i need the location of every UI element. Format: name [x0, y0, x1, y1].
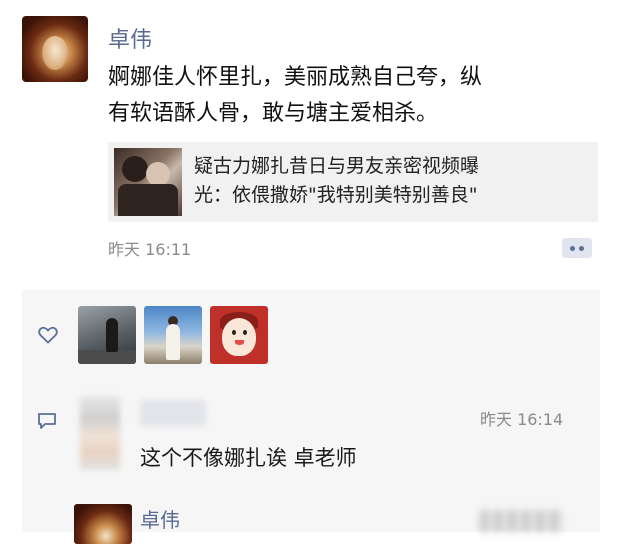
- avatar-face: [42, 36, 68, 70]
- dot-icon: [570, 246, 575, 251]
- post-author-name[interactable]: 卓伟: [108, 22, 152, 54]
- like-avatar[interactable]: [210, 306, 268, 364]
- post-text-line: 有软语酥人骨，敢与塘主爱相杀。: [108, 101, 439, 126]
- post-avatar[interactable]: [22, 16, 88, 82]
- link-title-line: 光：依偎撒娇"我特别美特别善良": [194, 184, 478, 206]
- like-avatar[interactable]: [78, 306, 136, 364]
- commenter-avatar[interactable]: [80, 396, 120, 470]
- commenter-name[interactable]: [140, 400, 206, 426]
- comment-text[interactable]: 这个不像娜扎诶 卓老师: [140, 442, 357, 472]
- heart-outline-icon: [38, 326, 58, 344]
- shared-link-card[interactable]: 疑古力娜扎昔日与男友亲密视频曝 光：依偎撒娇"我特别美特别善良": [108, 142, 598, 222]
- post-text: 婀娜佳人怀里扎，美丽成熟自己夸，纵 有软语酥人骨，敢与塘主爱相杀。: [108, 60, 578, 132]
- dot-icon: [579, 246, 584, 251]
- like-avatar[interactable]: [144, 306, 202, 364]
- link-title: 疑古力娜扎昔日与男友亲密视频曝 光：依偎撒娇"我特别美特别善良": [194, 152, 589, 210]
- comment-timestamp: 昨天 16:14: [480, 410, 564, 429]
- link-title-line: 疑古力娜扎昔日与男友亲密视频曝: [194, 155, 480, 177]
- link-thumbnail: [114, 148, 182, 216]
- post-text-line: 婀娜佳人怀里扎，美丽成熟自己夸，纵: [108, 65, 483, 90]
- more-actions-button[interactable]: [562, 238, 592, 258]
- reply-timestamp: [480, 510, 564, 532]
- comment-bubble-icon: [38, 413, 56, 429]
- reply-author-name[interactable]: 卓伟: [140, 504, 180, 533]
- post-timestamp: 昨天 16:11: [108, 240, 192, 259]
- reply-avatar[interactable]: [74, 504, 132, 544]
